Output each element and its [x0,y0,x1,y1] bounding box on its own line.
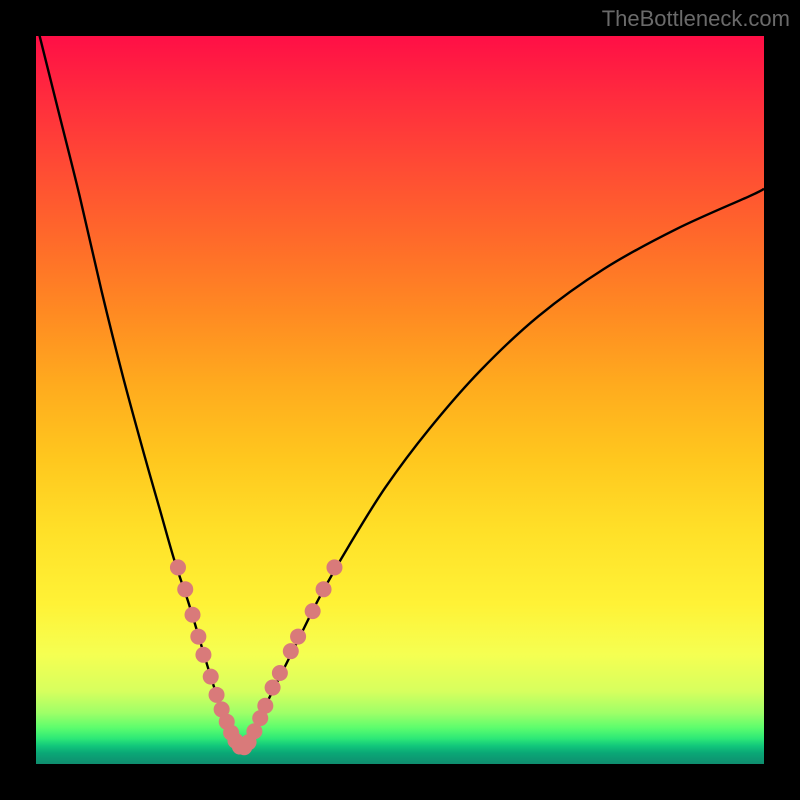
marker-point [195,647,211,663]
series-right-curve [242,189,764,748]
marker-point [316,581,332,597]
chart-frame: TheBottleneck.com [0,0,800,800]
chart-plot-area [36,36,764,764]
marker-point [257,698,273,714]
marker-point [185,607,201,623]
marker-point [177,581,193,597]
series-left-curve [36,21,242,748]
marker-point [209,687,225,703]
marker-point [305,603,321,619]
marker-point [272,665,288,681]
marker-point [170,559,186,575]
marker-group [170,559,343,755]
marker-point [326,559,342,575]
curve-group [36,21,764,748]
watermark-text: TheBottleneck.com [602,6,790,32]
marker-point [283,643,299,659]
marker-point [190,629,206,645]
marker-point [265,680,281,696]
chart-svg [36,36,764,764]
marker-point [203,669,219,685]
marker-point [290,629,306,645]
